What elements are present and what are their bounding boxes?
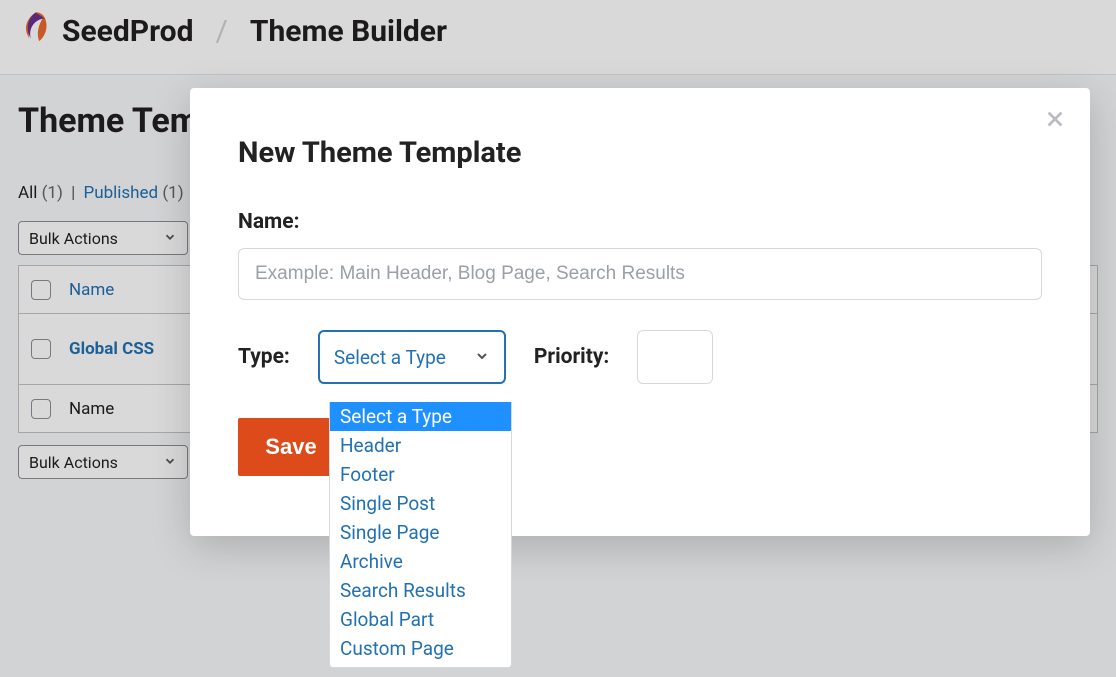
type-select[interactable]: Select a Type [318, 330, 506, 384]
type-option[interactable]: Global Part [330, 605, 511, 634]
close-icon[interactable] [1044, 108, 1066, 136]
type-option[interactable]: Custom Page [330, 634, 511, 663]
type-option[interactable]: Header [330, 431, 511, 460]
priority-input[interactable] [637, 330, 713, 384]
modal-title: New Theme Template [238, 136, 1042, 170]
priority-label: Priority: [534, 345, 609, 369]
name-input[interactable] [238, 248, 1042, 300]
type-option[interactable]: Select a Type [330, 402, 511, 431]
type-label: Type: [238, 345, 290, 369]
type-option[interactable]: Single Page [330, 518, 511, 547]
type-dropdown: Select a Type Header Footer Single Post … [329, 402, 512, 668]
name-label: Name: [238, 210, 1042, 234]
type-option[interactable]: Search Results [330, 576, 511, 605]
new-template-modal: New Theme Template Name: Type: Select a … [190, 88, 1090, 536]
type-option[interactable]: Archive [330, 547, 511, 576]
type-option[interactable]: Single Post [330, 489, 511, 518]
chevron-down-icon [474, 346, 490, 369]
type-option[interactable]: Footer [330, 460, 511, 489]
